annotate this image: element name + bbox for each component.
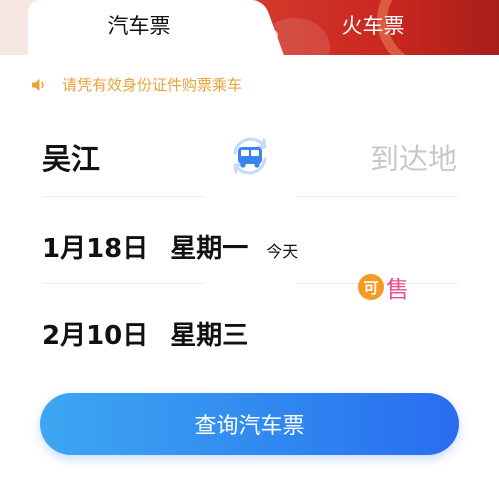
departure-weekday: 星期一	[170, 234, 249, 264]
sell-text: 售	[386, 277, 409, 303]
tab-train-label: 火车票	[341, 14, 405, 38]
second-date-row[interactable]: 2月10日 星期三	[42, 315, 248, 352]
sell-status: 可 售	[358, 270, 409, 304]
divider	[296, 196, 458, 197]
tab-bus-label: 汽车票	[107, 14, 171, 38]
arrival-city-input[interactable]: 到达地	[370, 136, 457, 178]
second-weekday: 星期三	[170, 321, 249, 351]
sell-badge: 可	[358, 274, 384, 300]
departure-date: 1月18日	[42, 234, 149, 264]
departure-date-row[interactable]: 1月18日 星期一 今天	[42, 228, 298, 265]
tab-train-ticket[interactable]: 火车票	[268, 0, 478, 56]
search-bus-tickets-button[interactable]: 查询汽车票	[40, 393, 459, 455]
bus-swap-icon	[233, 137, 267, 175]
speaker-icon	[32, 78, 44, 91]
tab-bus-ticket[interactable]: 汽车票	[28, 0, 250, 56]
departure-city[interactable]: 吴江	[42, 136, 100, 178]
today-tag: 今天	[266, 242, 299, 261]
second-date: 2月10日	[42, 321, 149, 351]
id-notice: 请凭有效身份证件购票乘车	[30, 74, 242, 95]
divider	[42, 283, 204, 284]
swap-cities-button[interactable]	[226, 132, 274, 180]
divider	[42, 196, 204, 197]
notice-text: 请凭有效身份证件购票乘车	[62, 76, 243, 94]
